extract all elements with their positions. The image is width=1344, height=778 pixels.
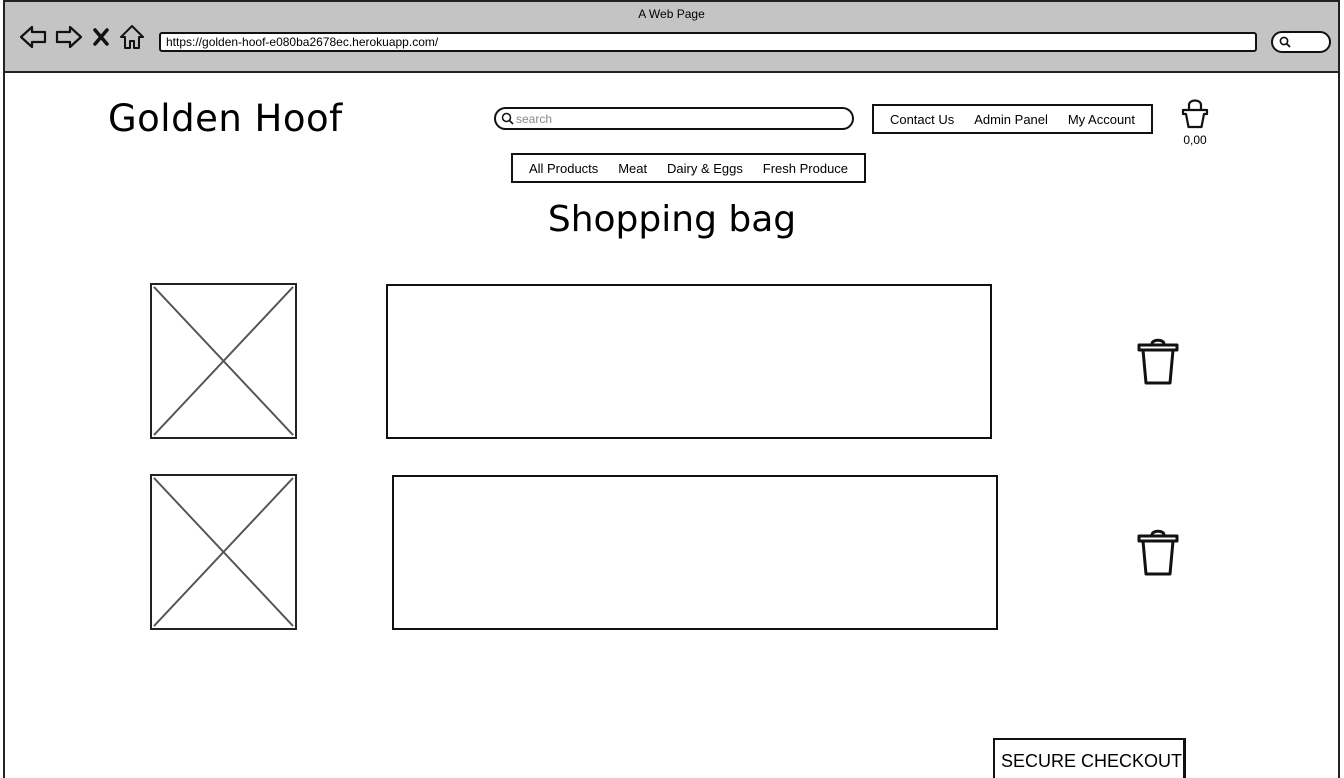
nav-dairy-eggs[interactable]: Dairy & Eggs (667, 161, 743, 176)
url-bar[interactable]: https://golden-hoof-e080ba2678ec.herokua… (159, 32, 1257, 52)
nav-all-products[interactable]: All Products (529, 161, 598, 176)
trash-icon (1137, 338, 1179, 385)
arrow-left-icon (19, 25, 47, 49)
image-placeholder-icon (153, 286, 294, 436)
nav-meat[interactable]: Meat (618, 161, 647, 176)
product-image-placeholder (150, 283, 297, 439)
browser-search-button[interactable] (1271, 31, 1331, 53)
close-icon (93, 28, 109, 46)
remove-item-button[interactable] (1135, 528, 1181, 578)
account-links: Contact Us Admin Panel My Account (872, 104, 1153, 134)
search-icon (501, 112, 514, 125)
site-logo[interactable]: Golden Hoof (108, 97, 343, 140)
my-account-link[interactable]: My Account (1068, 112, 1135, 127)
shopping-bag-button[interactable] (1178, 96, 1212, 130)
image-placeholder-icon (153, 477, 294, 627)
window-title: A Web Page (638, 7, 705, 21)
bag-total: 0,00 (1183, 133, 1207, 147)
category-nav: All Products Meat Dairy & Eggs Fresh Pro… (511, 153, 866, 183)
site-search[interactable] (494, 107, 854, 130)
stop-button[interactable] (91, 23, 111, 51)
bag-item-details (392, 475, 998, 630)
page-title: Shopping bag (547, 199, 797, 240)
back-button[interactable] (18, 23, 48, 51)
arrow-right-icon (55, 25, 83, 49)
browser-chrome: A Web Page https://golden-hoof-e080ba267… (3, 0, 1340, 73)
remove-item-button[interactable] (1135, 337, 1181, 387)
bag-item-details (386, 284, 992, 439)
secure-checkout-button[interactable]: SECURE CHECKOUT (993, 738, 1186, 778)
trash-icon (1137, 529, 1179, 576)
forward-button[interactable] (54, 23, 84, 51)
contact-us-link[interactable]: Contact Us (890, 112, 954, 127)
search-icon (1279, 36, 1291, 48)
product-image-placeholder (150, 474, 297, 630)
home-icon (120, 25, 144, 49)
shopping-bag-icon (1181, 99, 1209, 129)
search-input[interactable] (516, 110, 836, 128)
admin-panel-link[interactable]: Admin Panel (974, 112, 1048, 127)
home-button[interactable] (118, 23, 146, 51)
nav-fresh-produce[interactable]: Fresh Produce (763, 161, 848, 176)
